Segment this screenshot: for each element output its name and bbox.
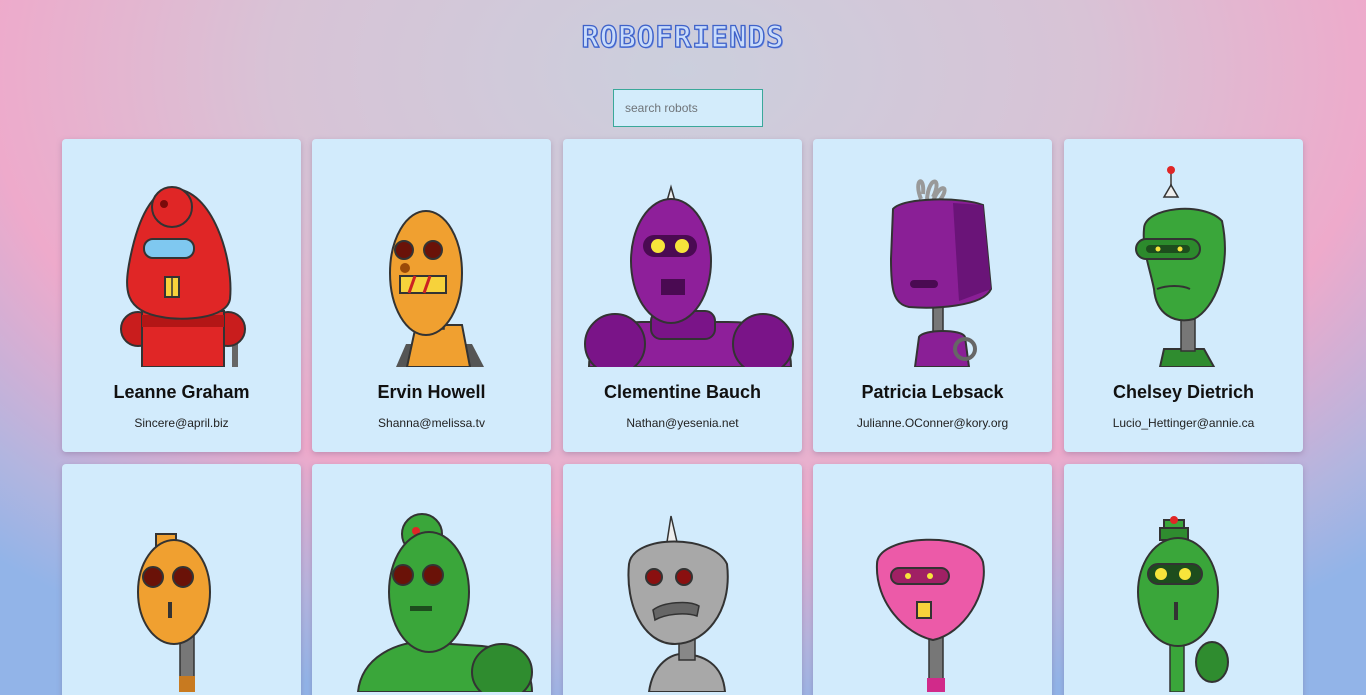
robot-card[interactable] [1064, 464, 1303, 695]
robot-card[interactable]: Chelsey Dietrich Lucio_Hettinger@annie.c… [1064, 139, 1303, 452]
robot-card[interactable]: Ervin Howell Shanna@melissa.tv [312, 139, 551, 452]
robot-card[interactable]: Patricia Lebsack Julianne.OConner@kory.o… [813, 139, 1052, 452]
robot-card[interactable]: Leanne Graham Sincere@april.biz [62, 139, 301, 452]
robot-email: Julianne.OConner@kory.org [856, 416, 1009, 430]
robot-name: Ervin Howell [377, 382, 486, 402]
purple-robot-icon [889, 179, 993, 367]
green-robot-icon [356, 513, 534, 692]
robot-email: Sincere@april.biz [134, 416, 229, 430]
orange-robot-icon [137, 533, 211, 692]
robot-card[interactable] [813, 464, 1052, 695]
red-robot-icon [120, 186, 246, 367]
robot-card[interactable] [62, 464, 301, 695]
green-robot-icon [1137, 516, 1229, 692]
robot-email: Lucio_Hettinger@annie.ca [1112, 416, 1255, 430]
robot-name: Leanne Graham [113, 382, 250, 402]
app-title: ROBOFRIENDS [581, 19, 785, 54]
robot-name: Clementine Bauch [603, 382, 762, 402]
robot-email: Shanna@melissa.tv [378, 416, 485, 430]
pink-robot-icon [875, 538, 985, 692]
orange-robot-icon [389, 210, 484, 367]
green-robot-icon [1135, 166, 1226, 367]
robot-card[interactable] [312, 464, 551, 695]
robot-name: Chelsey Dietrich [1112, 382, 1255, 402]
search-input[interactable] [613, 89, 763, 127]
robot-name: Patricia Lebsack [861, 382, 1004, 402]
gray-robot-icon [627, 515, 729, 692]
robot-email: Nathan@yesenia.net [626, 416, 739, 430]
robot-card[interactable] [563, 464, 802, 695]
robot-card[interactable]: Clementine Bauch Nathan@yesenia.net [563, 139, 802, 452]
purple-robot-icon [584, 184, 794, 367]
